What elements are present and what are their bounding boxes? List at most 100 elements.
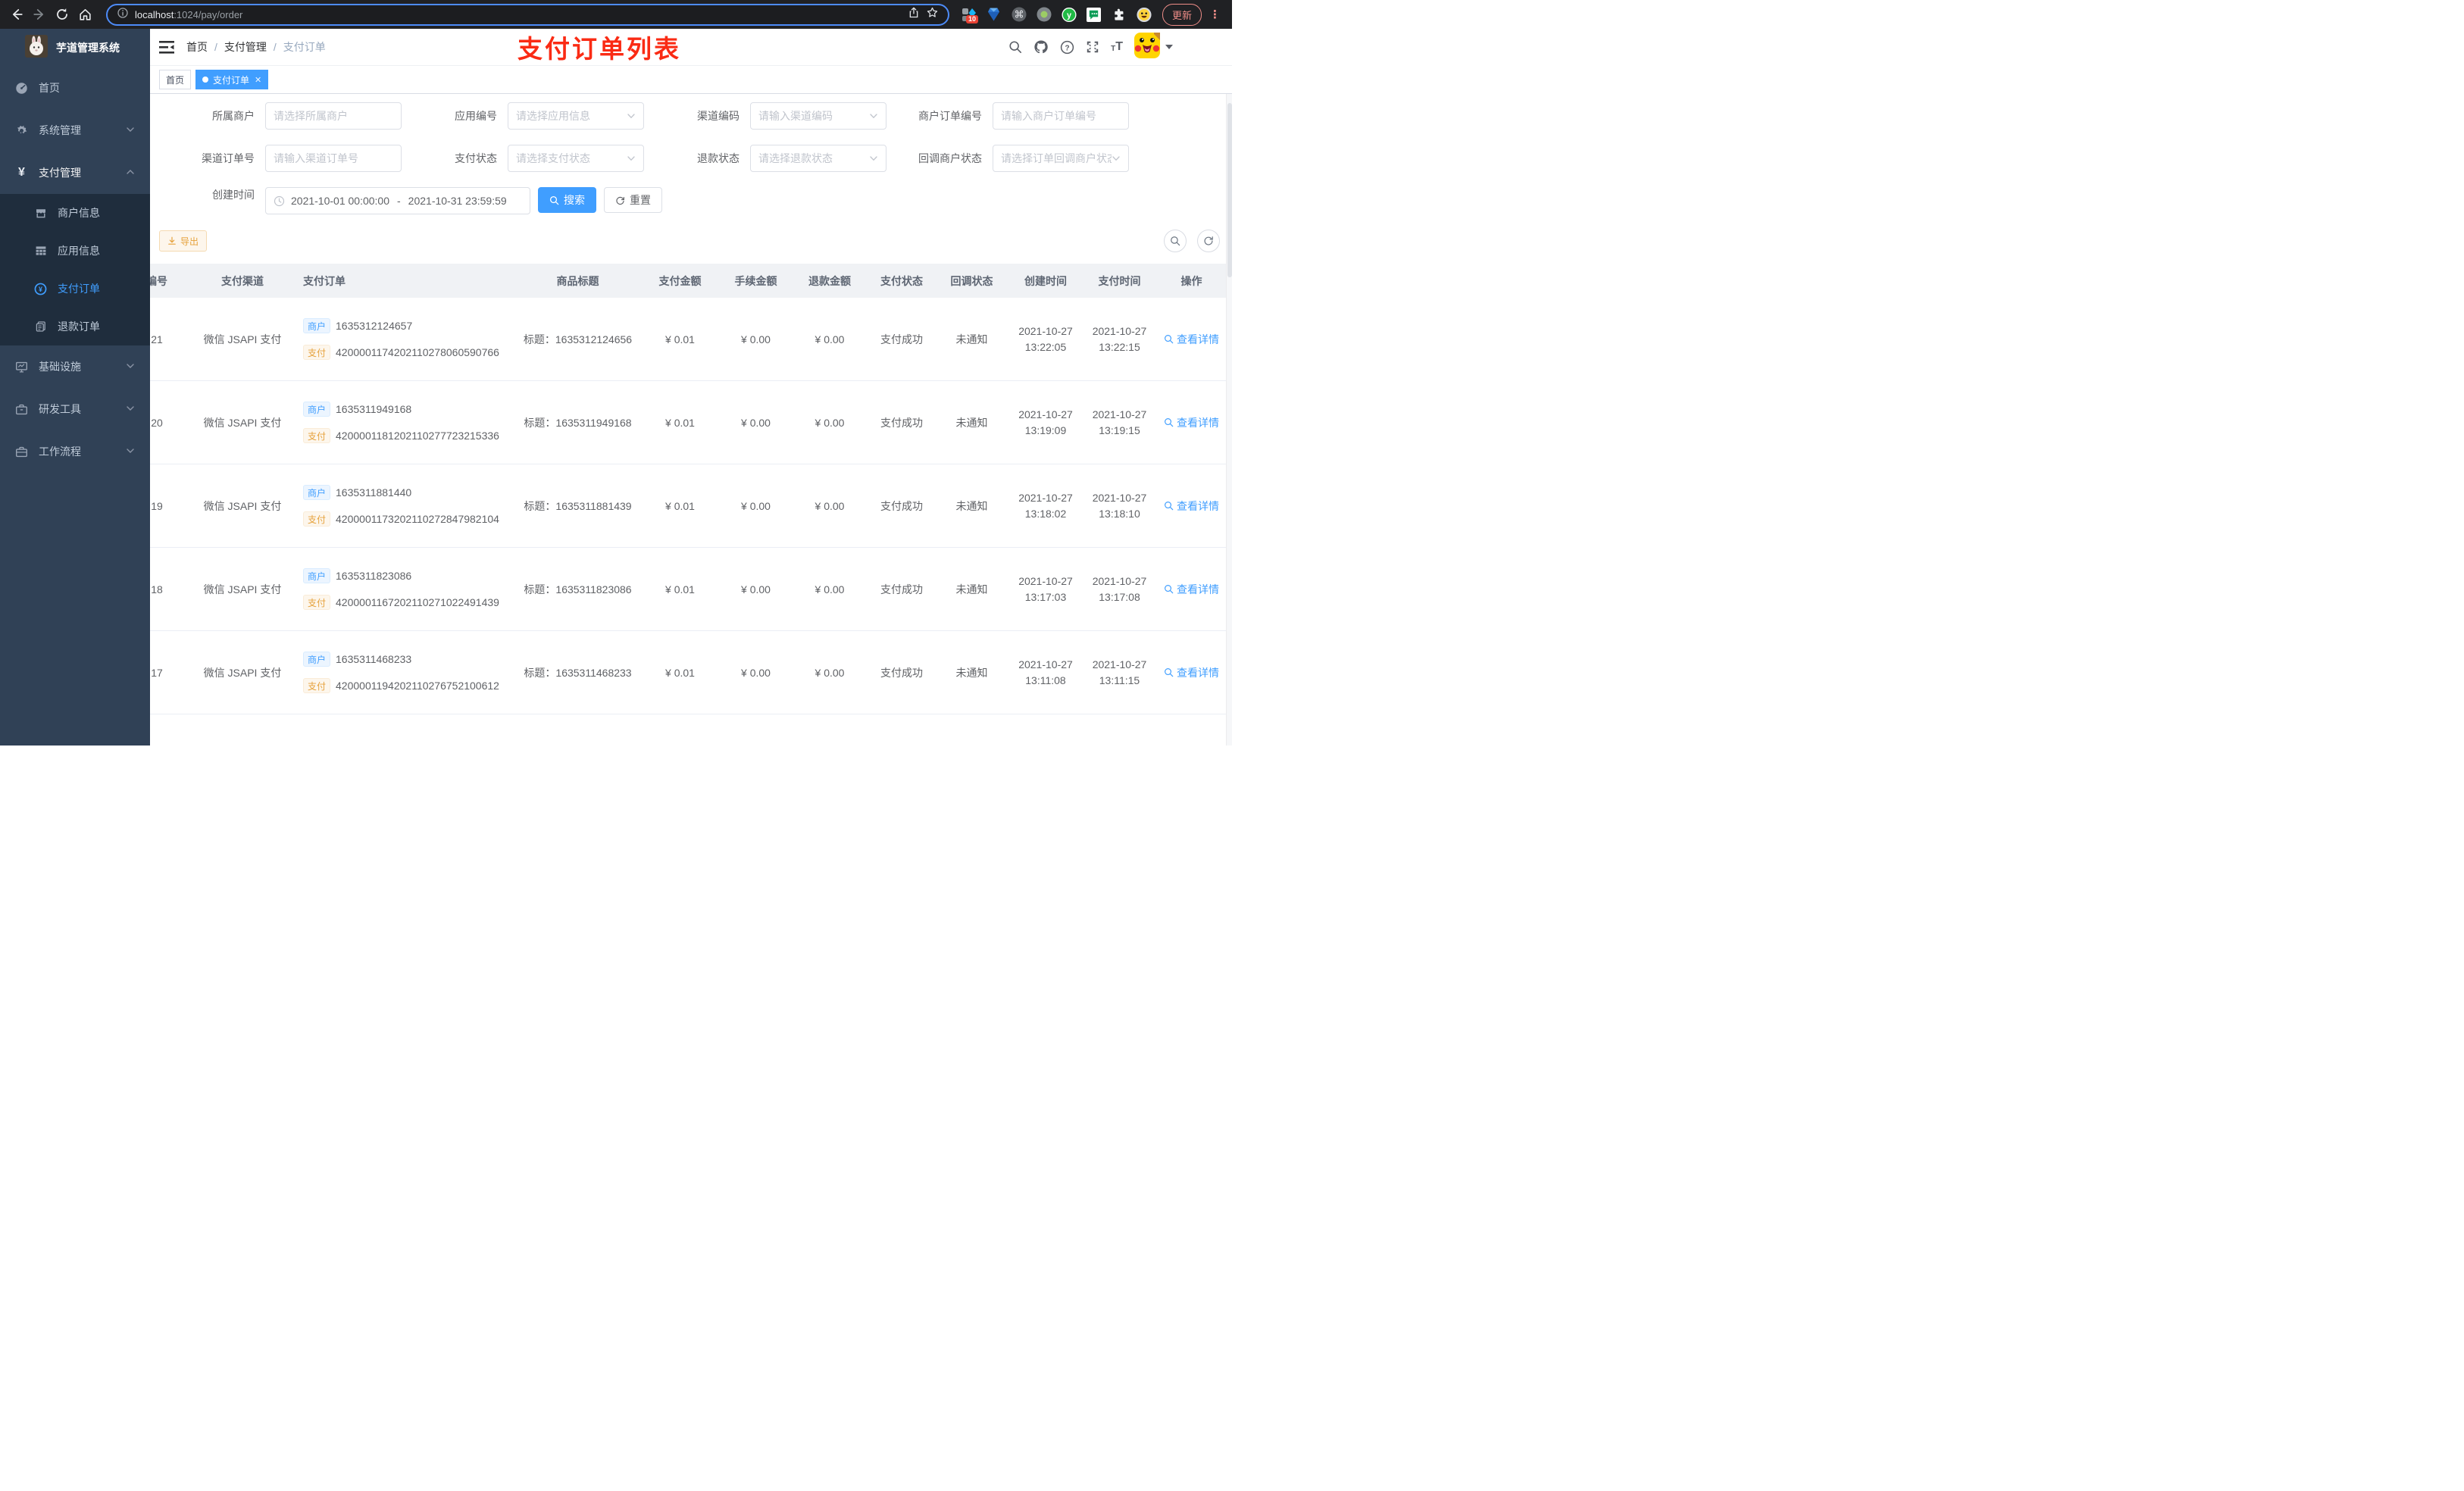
scrollbar-thumb[interactable] <box>1227 103 1232 277</box>
sidebar-item-app-info[interactable]: 应用信息 <box>0 232 150 270</box>
sidebar-item-workflow[interactable]: 工作流程 <box>0 430 150 473</box>
cell-fee: ¥ 0.00 <box>741 666 771 679</box>
chevron-down-icon <box>870 114 877 119</box>
cell-pay-status: 支付成功 <box>880 333 923 345</box>
sidebar-item-home[interactable]: 首页 <box>0 67 150 109</box>
user-menu[interactable] <box>1134 32 1173 62</box>
cell-order-numbers: 商户 1635311949168 支付 42000011812021102777232… <box>303 402 515 443</box>
sidebar-item-refund-order[interactable]: 退款订单 <box>0 308 150 345</box>
extension-record-icon[interactable] <box>1037 7 1052 22</box>
shop-icon <box>34 207 47 219</box>
pay-order-no: 4200001173202110272847982104 <box>336 513 499 525</box>
help-icon[interactable]: ? <box>1060 40 1074 55</box>
browser-update-button[interactable]: 更新 <box>1162 3 1202 26</box>
toolbox-icon <box>15 403 28 416</box>
extension-chat-icon[interactable] <box>1087 7 1102 22</box>
github-icon[interactable] <box>1033 39 1049 55</box>
refresh-table-icon[interactable] <box>1197 230 1220 252</box>
site-info-icon[interactable] <box>117 7 129 23</box>
cell-order-numbers: 商户 1635311468233 支付 42000011942021102767521… <box>303 652 515 693</box>
hamburger-icon[interactable] <box>159 40 174 54</box>
breadcrumb-payment[interactable]: 支付管理 <box>224 39 267 55</box>
sidebar-item-dev-tools[interactable]: 研发工具 <box>0 388 150 430</box>
sidebar-item-system[interactable]: 系统管理 <box>0 109 150 152</box>
tag-home[interactable]: 首页 <box>159 70 192 89</box>
cell-pay-time: 2021-10-27 13:17:08 <box>1092 574 1147 603</box>
bookmark-star-icon[interactable] <box>926 6 939 23</box>
tag-close-icon[interactable]: ✕ <box>255 75 261 85</box>
extension-gem-icon[interactable] <box>987 7 1002 22</box>
page-scrollbar[interactable] <box>1226 94 1232 746</box>
table-row: 19 微信 JSAPI 支付 商户 1635311881440 支付 4200001173… <box>150 464 1226 548</box>
filter-merchant: 所属商户 请选择所属商户 <box>159 102 402 130</box>
sidebar-item-merchant-info[interactable]: 商户信息 <box>0 194 150 232</box>
extensions-area: 10 ⌘ y <box>962 7 1152 23</box>
browser-menu-icon[interactable]: ⋮ <box>1209 8 1221 21</box>
reset-button[interactable]: 重置 <box>604 187 662 213</box>
view-detail-link[interactable]: 查看详情 <box>1164 665 1219 680</box>
extension-emoji-icon[interactable] <box>1137 7 1152 22</box>
chevron-down-icon <box>126 403 135 415</box>
forward-icon[interactable] <box>29 4 50 25</box>
cell-create-time: 2021-10-27 13:22:05 <box>1018 324 1073 353</box>
column-header: 编号 <box>150 274 167 287</box>
fullscreen-icon[interactable] <box>1086 40 1099 54</box>
search-button[interactable]: 搜索 <box>538 187 596 213</box>
sidebar-item-payment[interactable]: ¥ 支付管理 <box>0 152 150 194</box>
refund-status-select[interactable]: 请选择退款状态 <box>750 145 886 172</box>
extension-vue-devtools-icon[interactable]: y <box>1062 7 1077 22</box>
merchant-tag: 商户 <box>303 568 331 583</box>
pay-status-select[interactable]: 请选择支付状态 <box>508 145 644 172</box>
create-time-range-picker[interactable]: 2021-10-01 00:00:00 - 2021-10-31 23:59:5… <box>265 187 530 214</box>
sidebar-item-infrastructure[interactable]: 基础设施 <box>0 345 150 388</box>
page-title: 支付订单列表 <box>518 35 681 63</box>
merchant-input[interactable]: 请选择所属商户 <box>265 102 402 130</box>
chevron-up-icon <box>126 167 135 179</box>
merchant-order-no-input[interactable]: 请输入商户订单编号 <box>993 102 1129 130</box>
filter-channel-order-no: 渠道订单号 请输入渠道订单号 <box>159 145 402 172</box>
export-button[interactable]: 导出 <box>159 230 208 252</box>
document-icon <box>34 320 47 333</box>
view-detail-link[interactable]: 查看详情 <box>1164 582 1219 597</box>
channel-order-no-input[interactable]: 请输入渠道订单号 <box>265 145 402 172</box>
column-header: 操作 <box>1180 274 1202 287</box>
app-logo-row[interactable]: 芋道管理系统 <box>0 29 150 67</box>
sidebar-item-pay-order[interactable]: ¥ 支付订单 <box>0 270 150 308</box>
chevron-down-icon <box>627 114 635 119</box>
view-detail-link[interactable]: 查看详情 <box>1164 415 1219 430</box>
breadcrumb-home[interactable]: 首页 <box>186 39 208 55</box>
font-size-icon[interactable]: TT <box>1111 41 1123 53</box>
merchant-tag: 商户 <box>303 485 331 500</box>
view-detail-link[interactable]: 查看详情 <box>1164 499 1219 514</box>
pay-order-no: 4200001181202110277723215336 <box>336 430 499 442</box>
table-row: 21 微信 JSAPI 支付 商户 1635312124657 支付 4200001174… <box>150 298 1226 381</box>
chevron-down-icon <box>627 156 635 161</box>
reload-icon[interactable] <box>52 4 73 25</box>
cell-channel: 微信 JSAPI 支付 <box>203 666 282 679</box>
channel-code-select[interactable]: 请输入渠道编码 <box>750 102 886 130</box>
svg-text:?: ? <box>1065 44 1070 52</box>
filter-pay-status: 支付状态 请选择支付状态 <box>402 145 644 172</box>
filter-notify-status: 回调商户状态 请选择订单回调商户状态 <box>886 145 1129 172</box>
extensions-puzzle-icon[interactable] <box>1112 7 1127 22</box>
cell-notify-status: 未通知 <box>955 666 988 679</box>
view-detail-link[interactable]: 查看详情 <box>1164 332 1219 347</box>
cell-refund: ¥ 0.00 <box>815 333 845 345</box>
active-dot <box>202 77 209 83</box>
view-detail-icon <box>1165 335 1174 344</box>
breadcrumb-current: 支付订单 <box>283 41 326 53</box>
address-bar[interactable]: localhost:1024/pay/order <box>106 3 949 26</box>
view-detail-icon <box>1165 668 1174 677</box>
extension-command-icon[interactable]: ⌘ <box>1012 7 1027 22</box>
share-icon[interactable] <box>908 6 920 23</box>
tag-pay-order[interactable]: 支付订单 ✕ <box>195 70 269 89</box>
notify-status-select[interactable]: 请选择订单回调商户状态 <box>993 145 1129 172</box>
extension-pixel-icon[interactable]: 10 <box>962 7 978 23</box>
header-search-icon[interactable] <box>1008 40 1022 54</box>
toggle-search-icon[interactable] <box>1164 230 1187 252</box>
home-icon[interactable] <box>74 4 95 25</box>
app-id-select[interactable]: 请选择应用信息 <box>508 102 644 130</box>
back-icon[interactable] <box>6 4 27 25</box>
breadcrumb: 首页 / 支付管理 / 支付订单 <box>186 39 326 55</box>
cell-pay-time: 2021-10-27 13:18:10 <box>1092 491 1147 520</box>
